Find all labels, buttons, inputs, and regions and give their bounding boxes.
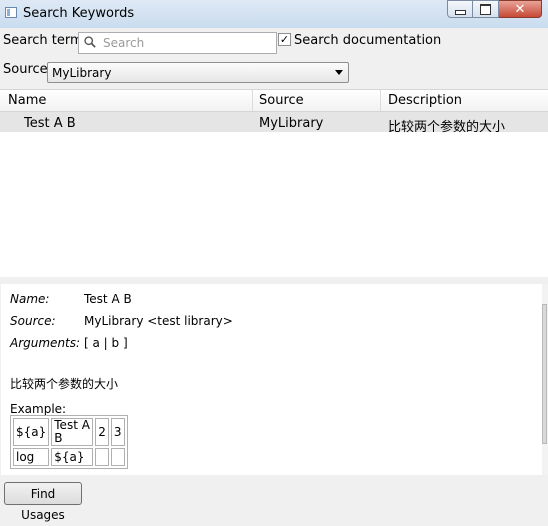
column-divider[interactable] <box>252 90 253 111</box>
scrollbar-thumb[interactable] <box>542 304 547 444</box>
table-header: Name Source Description <box>0 90 548 112</box>
app-icon <box>5 7 17 18</box>
source-label: Source: <box>3 62 53 77</box>
detail-source-value: MyLibrary <test library> <box>84 314 233 328</box>
example-cell: Test A B <box>51 418 94 446</box>
keyword-table: Name Source Description Test A B MyLibra… <box>0 89 548 278</box>
detail-arguments-key: Arguments: <box>10 336 81 350</box>
minimize-button[interactable] <box>447 0 473 18</box>
search-documentation-label[interactable]: Search documentation <box>294 33 441 48</box>
example-cell <box>95 448 109 466</box>
window-controls: ✕ <box>447 0 542 20</box>
maximize-icon <box>480 3 491 15</box>
example-row: log ${a} <box>13 448 125 466</box>
minimize-icon <box>454 9 466 15</box>
example-cell: log <box>13 448 50 466</box>
example-cell <box>110 448 125 466</box>
keyword-details-panel: Name: Test A B Source: MyLibrary <test l… <box>1 284 542 475</box>
window-title: Search Keywords <box>23 6 135 21</box>
search-documentation-checkbox[interactable]: ✓ <box>278 33 291 46</box>
pane-splitter[interactable] <box>0 277 548 284</box>
example-table: ${a} Test A B 2 3 log ${a} <box>10 415 128 469</box>
example-row: ${a} Test A B 2 3 <box>13 418 125 446</box>
source-select[interactable]: MyLibrary <box>47 62 349 83</box>
row-description: 比较两个参数的大小 <box>388 120 506 135</box>
close-icon: ✕ <box>514 1 526 17</box>
detail-documentation: 比较两个参数的大小 <box>10 377 119 391</box>
details-scrollbar[interactable] <box>542 284 548 475</box>
row-source: MyLibrary <box>259 116 324 131</box>
maximize-button[interactable] <box>473 0 499 18</box>
search-input[interactable] <box>103 35 271 51</box>
detail-name-key: Name: <box>10 292 50 306</box>
detail-source-key: Source: <box>10 314 56 328</box>
detail-arguments-value: [ a | b ] <box>84 336 128 350</box>
column-header-name[interactable]: Name <box>8 93 46 108</box>
detail-name-value: Test A B <box>84 292 132 306</box>
example-cell: ${a} <box>13 418 50 446</box>
table-row[interactable]: Test A B MyLibrary 比较两个参数的大小 <box>0 112 548 135</box>
search-icon <box>84 36 96 48</box>
chevron-down-icon <box>335 70 343 75</box>
column-divider[interactable] <box>380 90 381 111</box>
search-term-label: Search term: <box>3 33 88 48</box>
example-cell: ${a} <box>51 448 94 466</box>
close-button[interactable]: ✕ <box>499 0 542 18</box>
example-cell: 2 <box>95 418 109 446</box>
find-usages-button[interactable]: Find Usages <box>4 482 82 522</box>
source-selected-value: MyLibrary <box>52 66 112 80</box>
example-label: Example: <box>10 402 67 416</box>
column-header-source[interactable]: Source <box>259 93 304 108</box>
row-name: Test A B <box>24 116 76 131</box>
title-bar: Search Keywords ✕ <box>0 0 548 28</box>
column-header-description[interactable]: Description <box>388 93 462 108</box>
search-field[interactable] <box>78 32 277 54</box>
example-cell: 3 <box>110 418 125 446</box>
